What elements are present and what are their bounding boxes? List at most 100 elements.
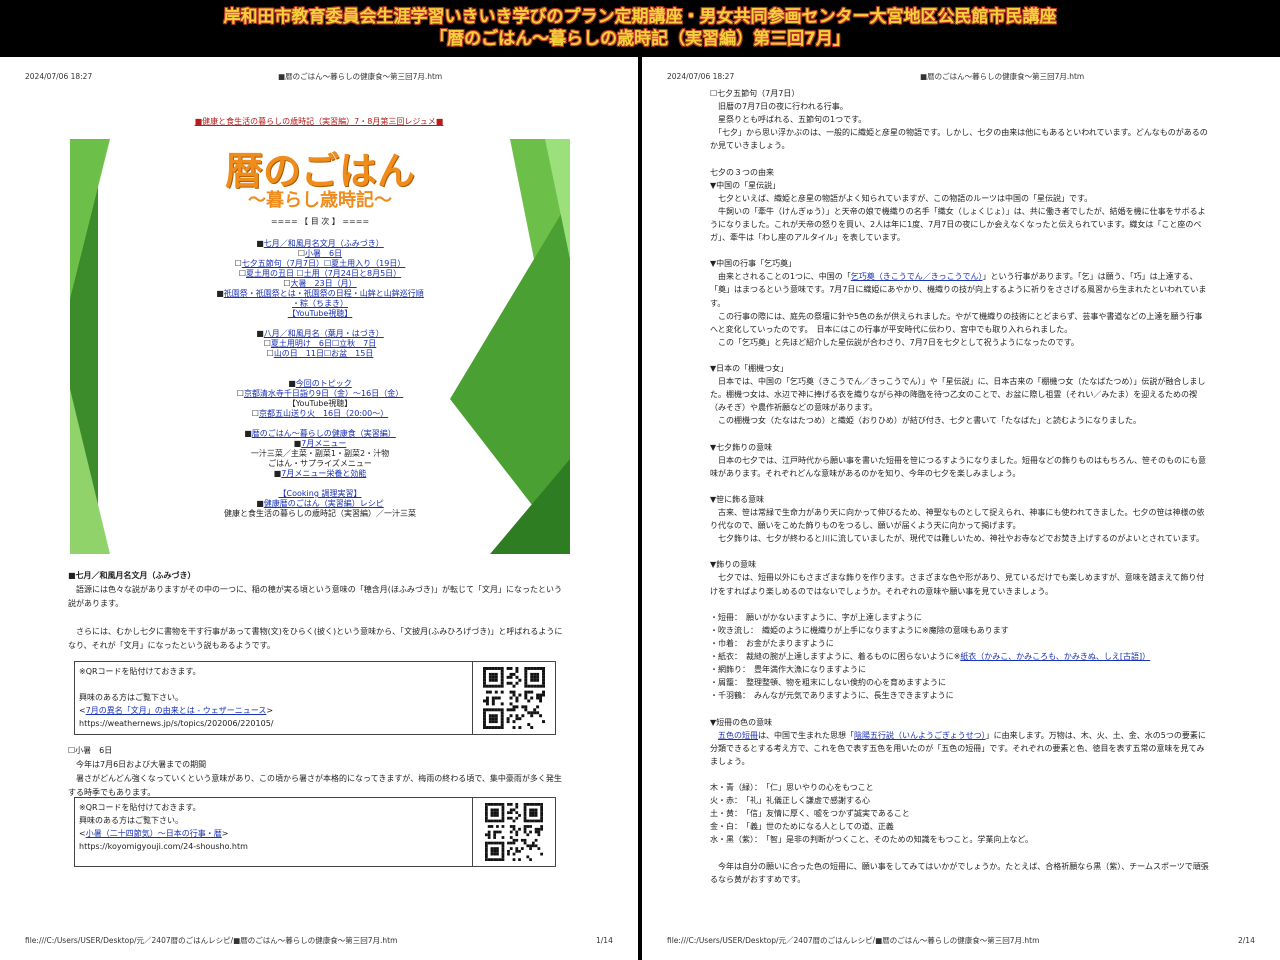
toc-link[interactable]: 大暑 23日（月） (290, 279, 356, 288)
qr-box-1: ※QRコードを貼付けておきます。 興味のある方はご覧下さい。 <7月の異名「文月… (74, 661, 556, 735)
page-footer-path: file:///C:/Users/USER/Desktop/元／2407暦のごは… (667, 936, 1040, 945)
list-item: 水・黒（紫）： 「智」是非の判断がつくこと、そのための知識をもつこと。学業向上な… (710, 835, 1033, 845)
subheading: ▼中国の「星伝説」 (710, 180, 781, 190)
kamiko-link[interactable]: 紙衣（かみこ、かみころも、かみきぬ、しえ[古語]） (960, 652, 1150, 661)
toc-item (70, 359, 570, 369)
table-of-contents: ==== 【 目 次 】 ==== ■七月／和風月名文月（ふみづき） ☐小暑 6日… (70, 217, 570, 519)
toc-item[interactable]: ☐夏土用の丑日 ☐土用（7月24日と8月5日） (70, 269, 570, 279)
subheading: ▼七夕飾りの意味 (710, 442, 773, 452)
toc-item[interactable]: ■八月／和風月名（葉月・はづき） (70, 329, 570, 339)
toc-item[interactable]: ・粽（ちまき） (70, 299, 570, 309)
list-item: 土・黄： 「信」友情に厚く、嘘をつかず誠実であること (710, 809, 910, 819)
paragraph: 暑さがどんどん強くなっていくという意味があり、この頃から暑さが本格的になってきま… (68, 774, 562, 797)
toc-link[interactable]: 京都五山送り火 16日（20:00～） (259, 409, 388, 418)
link-bracket: > (266, 706, 274, 715)
toc-item (70, 419, 570, 429)
toc-link[interactable]: 7月メニュー栄養と効能 (281, 469, 366, 478)
toc-item[interactable]: ■七月／和風月名文月（ふみづき） (70, 239, 570, 249)
paragraph: 牛飼いの「牽牛（けんぎゅう）」と天帝の娘で機織りの名手「織女（しょくじょ）」は、… (710, 206, 1206, 243)
toc-link[interactable]: 7月メニュー (301, 439, 346, 448)
paragraph: 日本では、中国の「乞巧奠（きこうでん／きっこうでん）」や「星伝説」に、日本古来の… (710, 377, 1206, 413)
toc-link[interactable]: 夏土用の丑日 ☐土用（7月24日と8月5日） (246, 269, 401, 278)
toc-link[interactable]: 祇園祭・祇園祭とは・祇園祭の日程・山鉾と山鉾巡行順 (224, 289, 424, 298)
toc-bullet: ☐ (234, 259, 242, 268)
paragraph: 日本の七夕では、江戸時代から願い事を書いた短冊を笹につるすようになりました。短冊… (710, 455, 1206, 478)
toc-item[interactable]: ☐京都清水寺千日詣り9日（金）～16日（金） (70, 389, 570, 399)
toc-item[interactable]: ■7月メニュー栄養と効能 (70, 469, 570, 479)
paragraph: さらには、むかし七夕に書物を干す行事があって書物(文)をひらく(披く)という意味… (68, 627, 563, 650)
toc-bullet: ☐ (263, 339, 271, 348)
toc-item[interactable]: ■健康暦のごはん（実習編）レシピ (70, 499, 570, 509)
qr-code-image (472, 798, 555, 866)
page-header-date: 2024/07/06 18:27 (667, 72, 735, 81)
toc-link[interactable]: 健康暦のごはん（実習編）レシピ (264, 499, 384, 508)
toc-link: 健康と食生活の暮らしの歳時記（実習編）／一汁三菜 (224, 509, 416, 518)
toc-item[interactable]: ☐夏土用明け 6日☐立秋 7日 (70, 339, 570, 349)
toc-item[interactable]: ☐大暑 23日（月） (70, 279, 570, 289)
toc-item[interactable]: 【YouTube視聴】 (70, 309, 570, 319)
toc-item[interactable]: ■7月メニュー (70, 439, 570, 449)
toc-bullet: ☐ (266, 349, 274, 358)
page-header-date: 2024/07/06 18:27 (25, 72, 93, 81)
goshiki-tanzaku-link[interactable]: 五色の短冊 (718, 731, 758, 740)
qr-code-image (472, 662, 555, 734)
toc-item[interactable]: ☐七夕五節句（7月7日）☐夏土用入り（19日） (70, 259, 570, 269)
toc-link[interactable]: 【Cooking 調理実習】 (279, 489, 362, 498)
hero-banner: 暦のごはん ～暮らし歳時記～ ==== 【 目 次 】 ==== ■七月／和風月… (70, 139, 570, 554)
document-page-2: 2024/07/06 18:27 ■暦のごはん～暮らしの健康食～第三回7月.ht… (642, 57, 1280, 960)
section-shousho: ☐小暑 6日 今年は7月6日および大暑までの期間 暑さがどんどん強くなっていくと… (68, 744, 568, 800)
toc-link[interactable]: 【YouTube視聴】 (288, 309, 353, 318)
qr-box-text: ※QRコードを貼付けておきます。 興味のある方はご覧下さい。 <小暑（二十四節気… (79, 801, 248, 853)
toc-item[interactable]: ■祇園祭・祇園祭とは・祇園祭の日程・山鉾と山鉾巡行順 (70, 289, 570, 299)
paragraph: 星祭りとも呼ばれる、五節句の1つです。 (710, 115, 867, 125)
paragraph: 七夕飾りは、七夕が終わると川に流していましたが、現代では難しいため、神社やお寺な… (710, 534, 1204, 544)
list-item: ・紙衣： 裁縫の腕が上達しますように、着るものに困らないように※紙衣（かみこ、か… (710, 650, 1210, 663)
weathernews-link[interactable]: 7月の異名「文月」の由来とは - ウェザーニュース (86, 706, 267, 715)
toc-item[interactable]: ■今回のトピック (70, 379, 570, 389)
toc-link[interactable]: 七月／和風月名文月（ふみづき） (264, 239, 384, 248)
toc-item[interactable]: ☐小暑 6日 (70, 249, 570, 259)
paragraph: 七夕といえば、織姫と彦星の物語がよく知られていますが、この物語のルーツは中国の「… (710, 193, 1093, 203)
banner-title: 暦のごはん (224, 148, 415, 193)
toc-link[interactable]: 八月／和風月名（葉月・はづき） (264, 329, 384, 338)
toc-bullet: ■ (256, 239, 264, 248)
paragraph: 七夕では、短冊以外にもさまざまな飾りを作ります。さまざまな色や形があり、見ている… (710, 573, 1205, 596)
toc-item[interactable]: ■暦のごはん～暮らしの健康食（実習編） (70, 429, 570, 439)
toc-link[interactable]: 夏土用明け 6日☐立秋 7日 (271, 339, 376, 348)
toc-item[interactable]: 【Cooking 調理実習】 (70, 489, 570, 499)
paragraph: 今年は7月6日および大暑までの期間 (68, 760, 207, 769)
toc-link[interactable]: 山の日 11日☐お盆 15日 (274, 349, 374, 358)
onmyou-gogyou-link[interactable]: 陰陽五行説（いんようごぎょうせつ） (854, 731, 986, 740)
toc-link[interactable]: 暦のごはん～暮らしの健康食（実習編） (252, 429, 396, 438)
title-banner: 岸和田市教育委員会生涯学習いきいき学びのプラン定期講座・男女共同参画センター大宮… (0, 0, 1280, 56)
paragraph: この行事の際には、庭先の祭壇に針や5色の糸が供えられました。やがて機織りの技術に… (710, 311, 1203, 334)
toc-link[interactable]: 小暑 6日 (305, 249, 342, 258)
koyomigyouji-link[interactable]: 小暑（二十四節気）～日本の行事・暦 (86, 829, 222, 838)
paragraph: 由来とされることの1つに、中国の「乞巧奠（きこうでん／きっこうでん）」という行事… (710, 270, 1210, 309)
paragraph: 旧暦の7月7日の夜に行われる行事。 (710, 102, 848, 112)
paragraph: 今年は自分の願いに合った色の短冊に、願い事をしてみてはいかがでしょうか。たとえば… (710, 861, 1209, 884)
toc-item[interactable]: ☐京都五山送り火 16日（20:00～） (70, 409, 570, 419)
text-span: は、中国で生まれた思想「 (758, 730, 854, 740)
page-header-title: ■暦のごはん～暮らしの健康食～第三回7月.htm (920, 72, 1085, 81)
toc-item: 【YouTube視聴】 (70, 399, 570, 409)
toc-link[interactable]: 今回のトピック (296, 379, 352, 388)
qr-url: https://weathernews.jp/s/topics/202006/2… (79, 719, 274, 728)
paragraph: 古来、笹は常緑で生命力があり天に向かって伸びるため、神聖なものとして捉えられ、神… (710, 508, 1205, 531)
toc-link[interactable]: 京都清水寺千日詣り9日（金）～16日（金） (244, 389, 403, 398)
paragraph: この棚機つ女（たなはたつめ）と織姫（おりひめ）が結び付き、七夕と書いて「たなばた… (710, 416, 1142, 426)
banner-line-1: 岸和田市教育委員会生涯学習いきいき学びのプラン定期講座・男女共同参画センター大宮… (223, 7, 1057, 27)
link-bracket: > (221, 829, 229, 838)
toc-bullet: ☐ (236, 389, 244, 398)
subheading: 七夕の３つの由来 (710, 167, 774, 177)
toc-link[interactable]: 七夕五節句（7月7日）☐夏土用入り（19日） (242, 259, 406, 268)
kikouden-link[interactable]: 乞巧奠（きこうでん／きっこうでん） (851, 272, 983, 281)
text-span: ・紙衣： 裁縫の腕が上達しますように、着るものに困らないように※ (710, 652, 961, 662)
qr-intro: 興味のある方はご覧下さい。 (79, 693, 183, 702)
toc-link[interactable]: ・粽（ちまき） (292, 299, 348, 308)
section-fumizuki: ■七月／和風月名文月（ふみづき） 語源には色々な説がありますがその中の一つに、稲… (68, 569, 568, 653)
toc-item[interactable]: ☐山の日 11日☐お盆 15日 (70, 349, 570, 359)
resume-title[interactable]: ■健康と食生活の暮らしの歳時記（実習編）7・8月第三回レジュメ■ (0, 115, 638, 129)
list-item: 木・青（緑）： 「仁」思いやりの心をもつこと (710, 782, 874, 792)
toc-item (70, 369, 570, 379)
